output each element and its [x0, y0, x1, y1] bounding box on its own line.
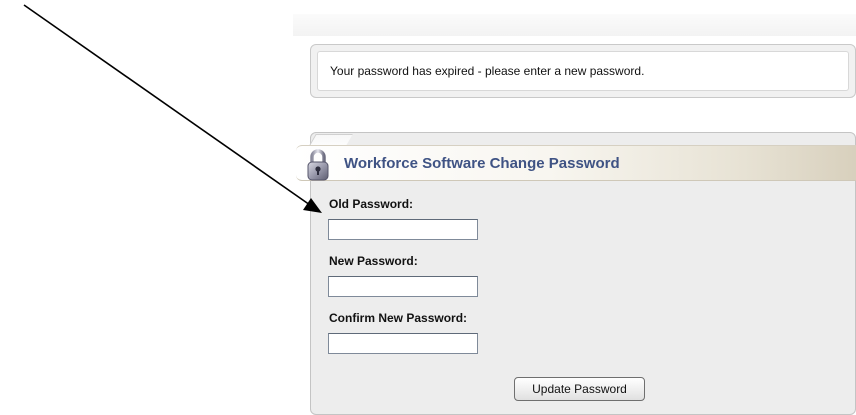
expired-message-text: Your password has expired - please enter… [330, 64, 645, 78]
confirm-password-label: Confirm New Password: [329, 311, 468, 325]
new-password-input[interactable] [328, 276, 478, 297]
panel-title: Workforce Software Change Password [344, 155, 620, 172]
confirm-password-input[interactable] [328, 333, 478, 354]
padlock-icon [307, 149, 329, 181]
old-password-input[interactable] [328, 219, 478, 240]
header-strip [293, 14, 856, 36]
update-password-button[interactable]: Update Password [514, 377, 645, 401]
screen: Your password has expired - please enter… [0, 0, 856, 415]
expired-message-box: Your password has expired - please enter… [310, 44, 856, 98]
message-inner: Your password has expired - please enter… [317, 51, 849, 91]
new-password-label: New Password: [329, 254, 418, 268]
old-password-label: Old Password: [329, 197, 414, 211]
